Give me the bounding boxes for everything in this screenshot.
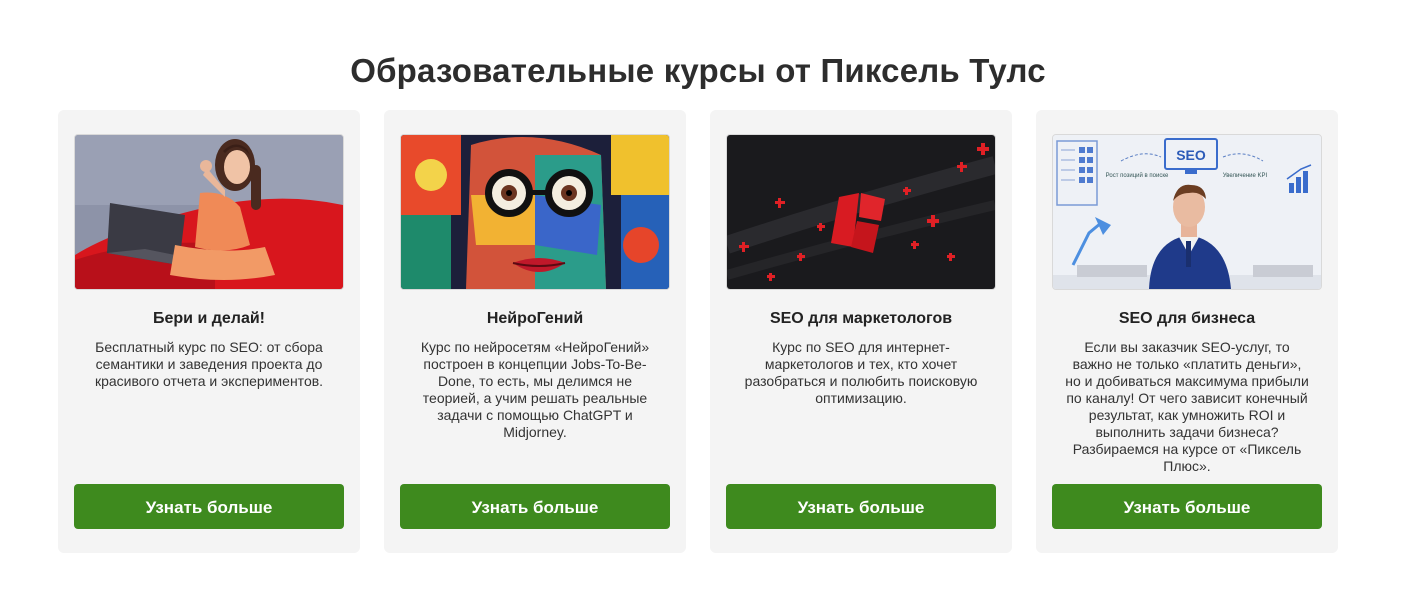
learn-more-button[interactable]: Узнать больше (74, 484, 344, 529)
course-description: Курс по нейросетям «НейроГений» построен… (420, 339, 650, 440)
learn-more-button[interactable]: Узнать больше (726, 484, 996, 529)
course-description: Курс по SEO для интернет-маркетологов и … (744, 339, 978, 406)
page-title: Образовательные курсы от Пиксель Тулс (350, 52, 1046, 90)
seo-label: SEO (1176, 147, 1206, 163)
course-image-presenter[interactable]: SEO Рост позиций в поиске Увеличение KPI (1052, 134, 1322, 290)
right-caption: Увеличение KPI (1223, 173, 1268, 179)
course-title: НейроГений (486, 310, 584, 327)
presenter-illustration: SEO Рост позиций в поиске Увеличение KPI (1053, 135, 1321, 289)
red-logo-illustration (727, 135, 995, 289)
woman-laptop-illustration (75, 135, 343, 289)
course-title: Бери и делай! (152, 310, 265, 327)
learn-more-button[interactable]: Узнать больше (1052, 484, 1322, 529)
course-description: Если вы заказчик SEO-услуг, то важно не … (1065, 339, 1309, 474)
course-description: Бесплатный курс по SEO: от сбора семанти… (94, 339, 324, 389)
course-image-red-logo[interactable] (726, 134, 996, 290)
left-caption: Рост позиций в поиске (1106, 172, 1169, 179)
course-image-woman-laptop[interactable] (74, 134, 344, 290)
course-title: SEO для маркетологов (769, 310, 953, 327)
course-card-seo-biznes: SEO Рост позиций в поиске Увеличение KPI (1036, 110, 1338, 553)
course-card-beri-i-delai: Бери и делай! Бесплатный курс по SEO: от… (58, 110, 360, 553)
learn-more-button[interactable]: Узнать больше (400, 484, 670, 529)
course-title: SEO для бизнеса (1118, 310, 1256, 327)
ai-portrait-illustration (401, 135, 669, 289)
course-image-ai-portrait[interactable] (400, 134, 670, 290)
course-card-seo-marketologi: SEO для маркетологов Курс по SEO для инт… (710, 110, 1012, 553)
course-card-neirogenii: НейроГений Курс по нейросетям «НейроГени… (384, 110, 686, 553)
